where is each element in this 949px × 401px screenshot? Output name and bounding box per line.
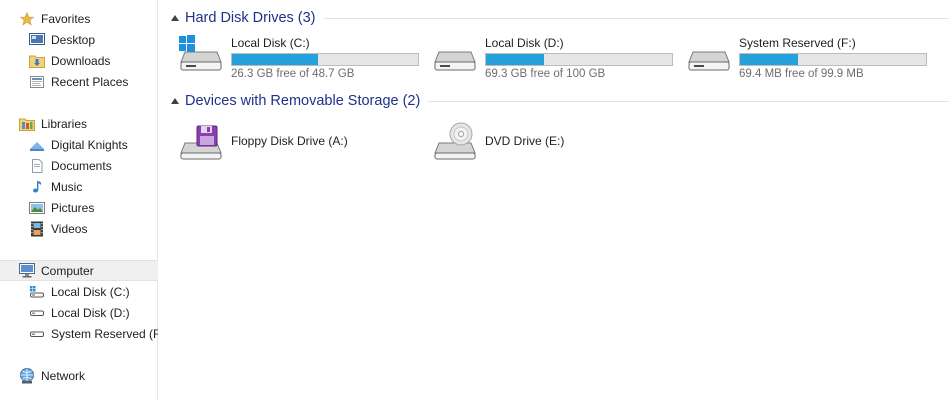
nav-item-label: Videos [51, 221, 88, 236]
drive-tile-local-disk-d[interactable]: Local Disk (D:) 69.3 GB free of 100 GB [431, 34, 676, 84]
nav-item-label: Downloads [51, 53, 111, 68]
capacity-bar [231, 53, 419, 66]
pictures-icon [29, 200, 45, 216]
group-title: Devices with Removable Storage (2) [185, 93, 421, 109]
group-header-removable-storage[interactable]: Devices with Removable Storage (2) [159, 91, 949, 111]
system-drive-icon [177, 34, 225, 74]
group-divider [428, 100, 949, 102]
nav-item-local-disk-c[interactable]: Local Disk (C:) [0, 281, 158, 302]
drive-icon [29, 305, 45, 321]
nav-favorites-label: Favorites [41, 11, 91, 26]
nav-item-desktop[interactable]: Desktop [0, 29, 158, 50]
nav-item-recent-places[interactable]: Recent Places [0, 71, 158, 92]
system-drive-icon [29, 284, 45, 300]
nav-item-label: Local Disk (D:) [51, 305, 130, 320]
nav-computer-label: Computer [41, 263, 94, 278]
drive-info: System Reserved (F:) 69.4 MB free of 99.… [739, 34, 927, 80]
collapse-arrow-icon[interactable] [171, 98, 179, 104]
nav-item-videos[interactable]: Videos [0, 218, 158, 239]
nav-item-system-reserved-f[interactable]: System Reserved (F:) [0, 323, 158, 344]
device-name: Floppy Disk Drive (A:) [231, 134, 348, 148]
dvd-drive-icon [431, 121, 479, 161]
drive-name: System Reserved (F:) [739, 36, 856, 50]
nav-libraries[interactable]: Libraries [0, 113, 158, 134]
capacity-bar-fill [486, 54, 544, 65]
library-pictures-icon [29, 137, 45, 153]
drive-icon [29, 326, 45, 342]
drive-free-space: 69.3 GB free of 100 GB [485, 68, 606, 80]
navigation-pane: Favorites Desktop Downloads Recent Place… [0, 0, 158, 401]
device-name: DVD Drive (E:) [485, 134, 565, 148]
nav-item-label: Documents [51, 158, 112, 173]
nav-libraries-label: Libraries [41, 116, 88, 131]
nav-computer[interactable]: Computer [0, 260, 158, 281]
libraries-icon [19, 116, 35, 132]
group-header-hard-disk-drives[interactable]: Hard Disk Drives (3) [159, 8, 949, 28]
nav-item-music[interactable]: Music [0, 176, 158, 197]
nav-network[interactable]: Network [0, 365, 158, 386]
capacity-bar [739, 53, 927, 66]
recent-places-icon [29, 74, 45, 90]
nav-item-label: Recent Places [51, 74, 129, 89]
nav-network-label: Network [41, 368, 86, 383]
drive-icon [431, 34, 479, 74]
drive-tile-system-reserved-f[interactable]: System Reserved (F:) 69.4 MB free of 99.… [685, 34, 930, 84]
film-strip-icon [29, 221, 45, 237]
drive-tile-local-disk-c[interactable]: Local Disk (C:) 26.3 GB free of 48.7 GB [177, 34, 422, 84]
downloads-folder-icon [29, 53, 45, 69]
collapse-arrow-icon[interactable] [171, 15, 179, 21]
capacity-bar-fill [740, 54, 798, 65]
nav-item-label: Pictures [51, 200, 95, 215]
documents-icon [29, 158, 45, 174]
desktop-icon [29, 32, 45, 48]
capacity-bar [485, 53, 673, 66]
music-note-icon [29, 179, 45, 195]
drive-icon [685, 34, 733, 74]
nav-item-local-disk-d[interactable]: Local Disk (D:) [0, 302, 158, 323]
nav-item-label: Desktop [51, 32, 96, 47]
device-tile-floppy-disk-drive[interactable]: Floppy Disk Drive (A:) [177, 119, 422, 163]
drive-free-space: 26.3 GB free of 48.7 GB [231, 68, 355, 80]
capacity-bar-fill [232, 54, 318, 65]
nav-item-label: Local Disk (C:) [51, 284, 130, 299]
nav-item-documents[interactable]: Documents [0, 155, 158, 176]
nav-item-label: Digital Knights [51, 137, 128, 152]
network-icon [19, 367, 35, 384]
nav-item-downloads[interactable]: Downloads [0, 50, 158, 71]
drive-free-space: 69.4 MB free of 99.9 MB [739, 68, 864, 80]
nav-item-label: Music [51, 179, 83, 194]
nav-favorites[interactable]: Favorites [0, 8, 158, 29]
drive-name: Local Disk (C:) [231, 36, 310, 50]
content-pane: Hard Disk Drives (3) Local Disk (C:) 26.… [159, 0, 949, 401]
drive-info: Local Disk (D:) 69.3 GB free of 100 GB [485, 34, 673, 80]
nav-item-pictures[interactable]: Pictures [0, 197, 158, 218]
group-title: Hard Disk Drives (3) [185, 10, 316, 26]
drive-info: Local Disk (C:) 26.3 GB free of 48.7 GB [231, 34, 419, 80]
nav-item-digital-knights[interactable]: Digital Knights [0, 134, 158, 155]
device-tile-dvd-drive[interactable]: DVD Drive (E:) [431, 119, 676, 163]
group-divider [323, 17, 949, 19]
drive-name: Local Disk (D:) [485, 36, 564, 50]
computer-icon [19, 263, 35, 279]
star-icon [19, 11, 35, 27]
nav-item-label: System Reserved (F:) [51, 326, 158, 341]
floppy-drive-icon [177, 121, 225, 161]
